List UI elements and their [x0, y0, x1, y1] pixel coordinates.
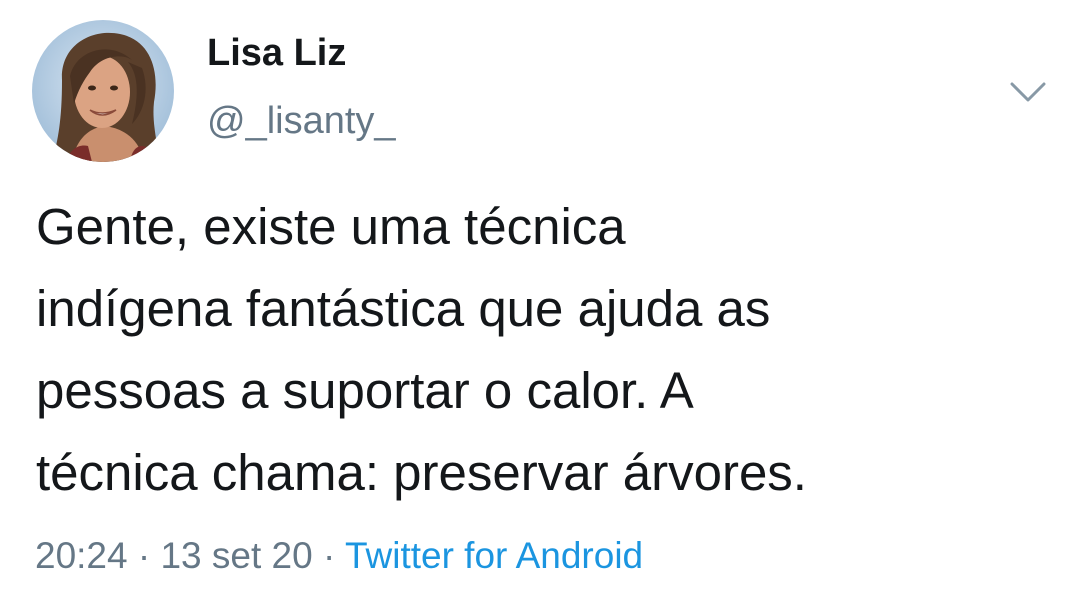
tweet-date[interactable]: 13 set 20 [160, 535, 312, 576]
display-name[interactable]: Lisa Liz [207, 32, 346, 75]
user-handle[interactable]: @_lisanty_ [207, 100, 396, 143]
tweet-card: Lisa Liz @_lisanty_ Gente, existe uma té… [0, 0, 1080, 611]
tweet-source-link[interactable]: Twitter for Android [345, 535, 643, 576]
tweet-meta: 20:24 · 13 set 20 · Twitter for Android [35, 535, 643, 577]
profile-photo [32, 20, 174, 162]
meta-separator: · [127, 535, 161, 576]
meta-separator: · [312, 535, 345, 576]
tweet-time[interactable]: 20:24 [35, 535, 128, 576]
chevron-down-icon[interactable] [1006, 76, 1050, 108]
tweet-text: Gente, existe uma técnica indígena fantá… [36, 198, 807, 501]
avatar[interactable] [32, 20, 174, 162]
